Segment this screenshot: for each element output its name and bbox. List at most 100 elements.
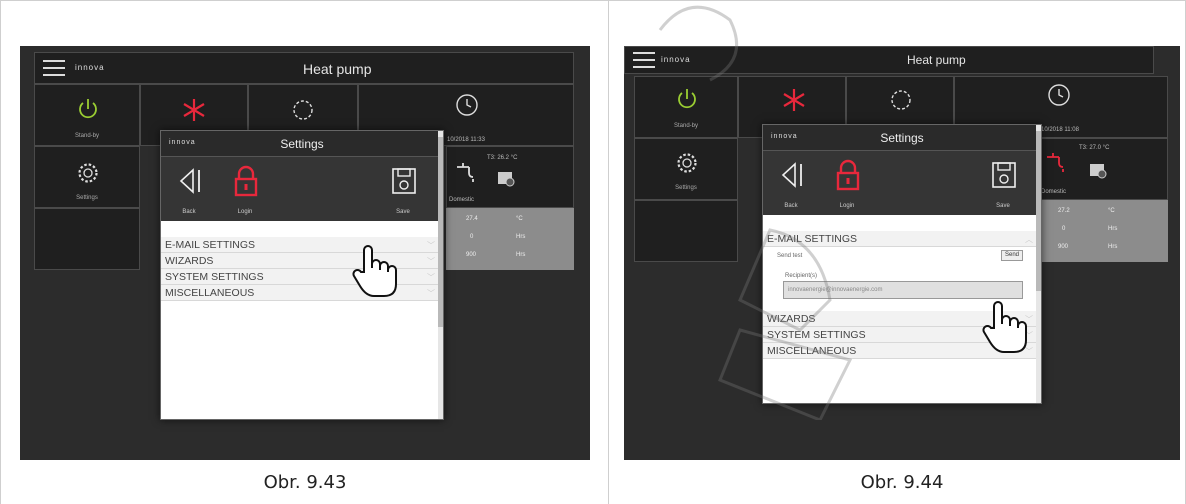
chevron-down-icon: ﹀ (427, 257, 435, 266)
figure-1-caption: Obr. 9.43 (263, 472, 347, 493)
back-label: Back (182, 209, 196, 215)
menu-item-label: MISCELLANEOUS (165, 287, 255, 299)
dialog-title: Settings (280, 137, 324, 151)
menu-item-wizards[interactable]: WIZARDS ﹀ (161, 253, 443, 269)
menu-item-email-settings[interactable]: E-MAIL SETTINGS ︿ (763, 231, 1041, 247)
figure-divider (608, 0, 609, 504)
snowflake-icon (783, 89, 805, 111)
clock-datetime: 10/2018 11:33 (447, 137, 485, 143)
menu-icon[interactable] (43, 60, 65, 76)
menu-item-label: E-MAIL SETTINGS (767, 233, 858, 245)
reading-value: 0 (1062, 226, 1066, 232)
recipient-label: Recipient(s) (785, 273, 818, 279)
dialog-header: innova Settings (161, 131, 443, 157)
dialog-scrollbar[interactable] (1036, 125, 1041, 403)
menu-item-label: SYSTEM SETTINGS (767, 329, 866, 341)
menu-item-system-settings[interactable]: SYSTEM SETTINGS ﹀ (161, 269, 443, 285)
menu-item-label: E-MAIL SETTINGS (165, 239, 256, 251)
empty-tile (634, 200, 738, 262)
faucet-icon (457, 163, 474, 182)
settings-dialog: innova Settings Back Login Save E-MAIL S… (762, 124, 1042, 404)
dialog-header: innova Settings (763, 125, 1041, 151)
menu-item-miscellaneous[interactable]: MISCELLANEOUS ﹀ (161, 285, 443, 301)
domestic-label: Domestic (1041, 189, 1067, 195)
standby-label: Stand-by (673, 123, 698, 129)
app-logo: innova (661, 55, 691, 64)
readings-table: 27.2 °C 0 Hrs 900 Hrs (1038, 200, 1168, 262)
empty-tile (34, 208, 140, 270)
domestic-tile[interactable]: T3: 26.2 °C Domestic (446, 146, 574, 208)
temp-label: T3: 26.2 °C (487, 155, 518, 161)
settings-tile[interactable]: Settings (634, 138, 738, 200)
save-button[interactable]: Save (983, 157, 1023, 213)
login-button[interactable]: Login (225, 163, 265, 219)
settings-label: Settings (675, 185, 697, 191)
menu-icon[interactable] (633, 52, 655, 68)
reading-unit: Hrs (516, 252, 526, 258)
save-icon (392, 168, 416, 194)
recipient-value: innovaenergie@innovaenergie.com (788, 287, 883, 293)
reading-unit: °C (516, 216, 523, 222)
settings-label: Settings (76, 195, 98, 201)
hand-pointer-icon (352, 245, 397, 297)
figure-2-screenshot: innova Heat pump Stand-by 10/2018 11:08 … (624, 46, 1180, 460)
login-button[interactable]: Login (827, 157, 867, 213)
app-logo: innova (75, 63, 105, 72)
save-button[interactable]: Save (383, 163, 423, 219)
chevron-down-icon: ﹀ (427, 241, 435, 250)
chevron-up-icon: ︿ (1025, 235, 1033, 244)
login-label: Login (839, 203, 855, 209)
chevron-down-icon: ﹀ (427, 273, 435, 282)
reading-value: 900 (466, 252, 477, 258)
back-button[interactable]: Back (771, 157, 811, 213)
gear-icon (677, 153, 697, 173)
settings-tile[interactable]: Settings (34, 146, 140, 208)
menu-item-label: SYSTEM SETTINGS (165, 271, 264, 283)
sun-icon (293, 100, 313, 120)
back-label: Back (784, 203, 798, 209)
save-label: Save (396, 209, 410, 215)
reading-value: 0 (470, 234, 474, 240)
standby-label: Stand-by (74, 133, 99, 139)
send-test-label: Send test (777, 253, 803, 259)
menu-item-label: MISCELLANEOUS (767, 345, 857, 357)
domestic-label: Domestic (449, 197, 475, 203)
app-titlebar: innova Heat pump (624, 46, 1154, 74)
clock-icon (1048, 84, 1070, 106)
gear-icon (78, 163, 98, 183)
scrollbar-thumb[interactable] (438, 137, 443, 327)
dialog-title: Settings (880, 131, 924, 145)
dialog-scrollbar[interactable] (438, 131, 443, 419)
readings-table: 27.4 °C 0 Hrs 900 Hrs (446, 208, 574, 270)
app-title: Heat pump (907, 53, 966, 67)
standby-tile[interactable]: Stand-by (34, 84, 140, 146)
save-label: Save (996, 203, 1010, 209)
reading-value: 900 (1058, 244, 1069, 250)
snowflake-icon (183, 99, 205, 121)
reading-value: 27.4 (466, 216, 478, 222)
menu-item-email-settings[interactable]: E-MAIL SETTINGS ﹀ (161, 237, 443, 253)
reading-unit: Hrs (1108, 244, 1118, 250)
settings-dialog: innova Settings Back Login Save E-MAIL S… (160, 130, 444, 420)
standby-tile[interactable]: Stand-by (634, 76, 738, 138)
reading-unit: Hrs (1108, 226, 1118, 232)
scrollbar-thumb[interactable] (1036, 131, 1041, 291)
chevron-down-icon: ﹀ (427, 289, 435, 298)
send-test-button[interactable]: Send (1001, 250, 1023, 261)
back-icon (781, 162, 802, 188)
reading-value: 27.2 (1058, 208, 1070, 214)
calendar-icon (1090, 164, 1107, 179)
temp-label: T3: 27.0 °C (1079, 145, 1110, 151)
save-icon (992, 162, 1016, 188)
clock-icon (456, 94, 478, 116)
calendar-icon (498, 172, 515, 187)
figure-1-screenshot: innova Heat pump Stand-by 10/2018 11:33 … (20, 46, 590, 460)
domestic-tile[interactable]: T3: 27.0 °C Domestic (1038, 138, 1168, 200)
dialog-toolbar: Back Login Save (763, 151, 1041, 215)
back-button[interactable]: Back (169, 163, 209, 219)
recipient-input[interactable]: innovaenergie@innovaenergie.com (783, 281, 1023, 299)
dialog-toolbar: Back Login Save (161, 157, 443, 221)
lock-icon (836, 159, 860, 191)
power-icon (79, 99, 97, 119)
faucet-icon (1047, 153, 1064, 172)
